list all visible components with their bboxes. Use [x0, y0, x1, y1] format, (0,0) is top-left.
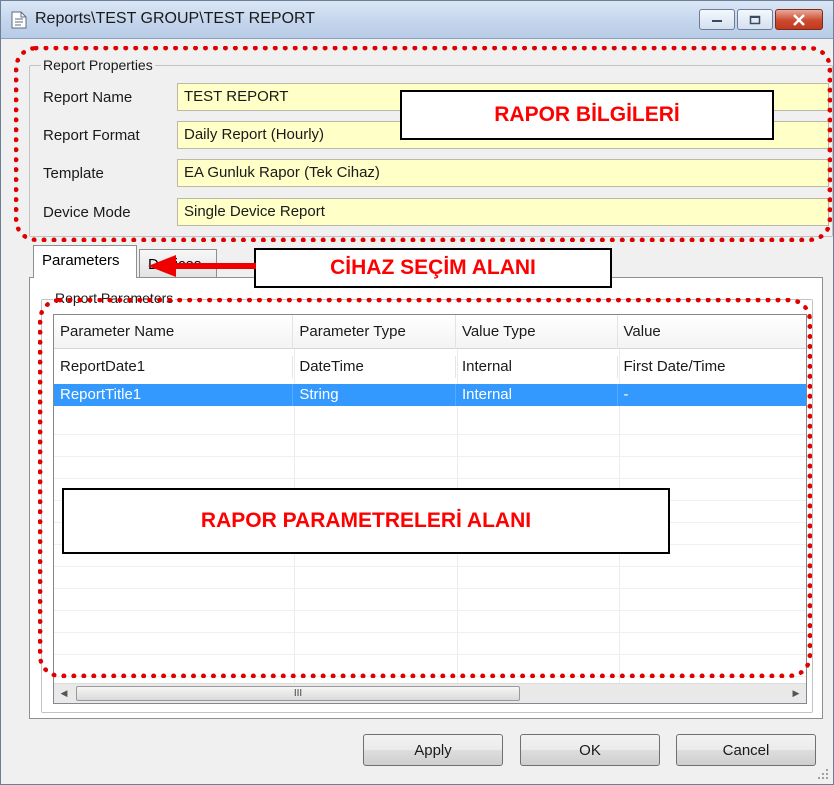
device-mode-label: Device Mode	[43, 204, 131, 221]
empty-row	[54, 611, 806, 633]
scroll-thumb[interactable]: III	[76, 686, 520, 701]
ok-button[interactable]: OK	[520, 734, 660, 766]
window-title: Reports\TEST GROUP\TEST REPORT	[35, 10, 316, 27]
grid-header: Parameter Name Parameter Type Value Type…	[54, 315, 806, 349]
empty-row	[54, 589, 806, 611]
empty-row	[54, 413, 806, 435]
table-row-selected[interactable]: ReportTitle1 String Internal -	[54, 384, 806, 406]
empty-row	[54, 435, 806, 457]
device-mode-field[interactable]: Single Device Report	[177, 198, 829, 226]
empty-row	[54, 457, 806, 479]
template-field[interactable]: EA Gunluk Rapor (Tek Cihaz)	[177, 159, 829, 187]
cancel-button[interactable]: Cancel	[676, 734, 816, 766]
column-header-parameter-name[interactable]: Parameter Name	[54, 315, 294, 349]
apply-button[interactable]: Apply	[363, 734, 503, 766]
maximize-button[interactable]	[737, 9, 773, 30]
scroll-left-arrow-icon[interactable]: ◀	[54, 684, 74, 703]
template-label: Template	[43, 165, 104, 182]
minimize-icon	[712, 19, 722, 22]
cell-value: First Date/Time	[623, 358, 726, 375]
maximize-icon	[749, 15, 761, 24]
cell-parameter-name: ReportTitle1	[54, 384, 294, 406]
horizontal-scrollbar[interactable]: ◀ III ▶	[54, 683, 806, 703]
tab-parameters[interactable]: Parameters	[33, 245, 137, 278]
empty-row	[54, 655, 806, 677]
column-header-value-type[interactable]: Value Type	[456, 315, 618, 349]
cell-value-type: Internal	[456, 384, 618, 406]
empty-row	[54, 633, 806, 655]
report-properties-legend: Report Properties	[41, 57, 155, 73]
close-button[interactable]	[775, 9, 823, 30]
title-bar[interactable]: Reports\TEST GROUP\TEST REPORT	[1, 1, 833, 39]
report-name-label: Report Name	[43, 89, 133, 106]
report-parameters-legend: Report Parameters	[53, 290, 176, 306]
column-header-value[interactable]: Value	[618, 315, 806, 349]
caption-buttons	[699, 9, 823, 30]
document-icon	[11, 11, 27, 29]
annotation-rapor-parametreleri: RAPOR PARAMETRELERİ ALANI	[62, 488, 670, 554]
resize-grip-icon[interactable]	[817, 768, 829, 780]
annotation-rapor-bilgileri: RAPOR BİLGİLERİ	[400, 90, 774, 140]
cell-parameter-name: ReportDate1	[54, 356, 294, 378]
cell-value: -	[623, 386, 629, 403]
annotation-arrow-icon	[148, 255, 256, 277]
empty-row	[54, 567, 806, 589]
report-format-label: Report Format	[43, 127, 140, 144]
scroll-right-arrow-icon[interactable]: ▶	[786, 684, 806, 703]
table-row[interactable]: ReportDate1 DateTime Internal First Date…	[54, 356, 806, 378]
cell-parameter-type: String	[293, 384, 456, 406]
minimize-button[interactable]	[699, 9, 735, 30]
annotation-cihaz-secim: CİHAZ SEÇİM ALANI	[254, 248, 612, 288]
cell-value-type: Internal	[456, 356, 618, 378]
cell-parameter-type: DateTime	[293, 356, 456, 378]
close-icon	[793, 13, 805, 26]
column-header-parameter-type[interactable]: Parameter Type	[293, 315, 456, 349]
